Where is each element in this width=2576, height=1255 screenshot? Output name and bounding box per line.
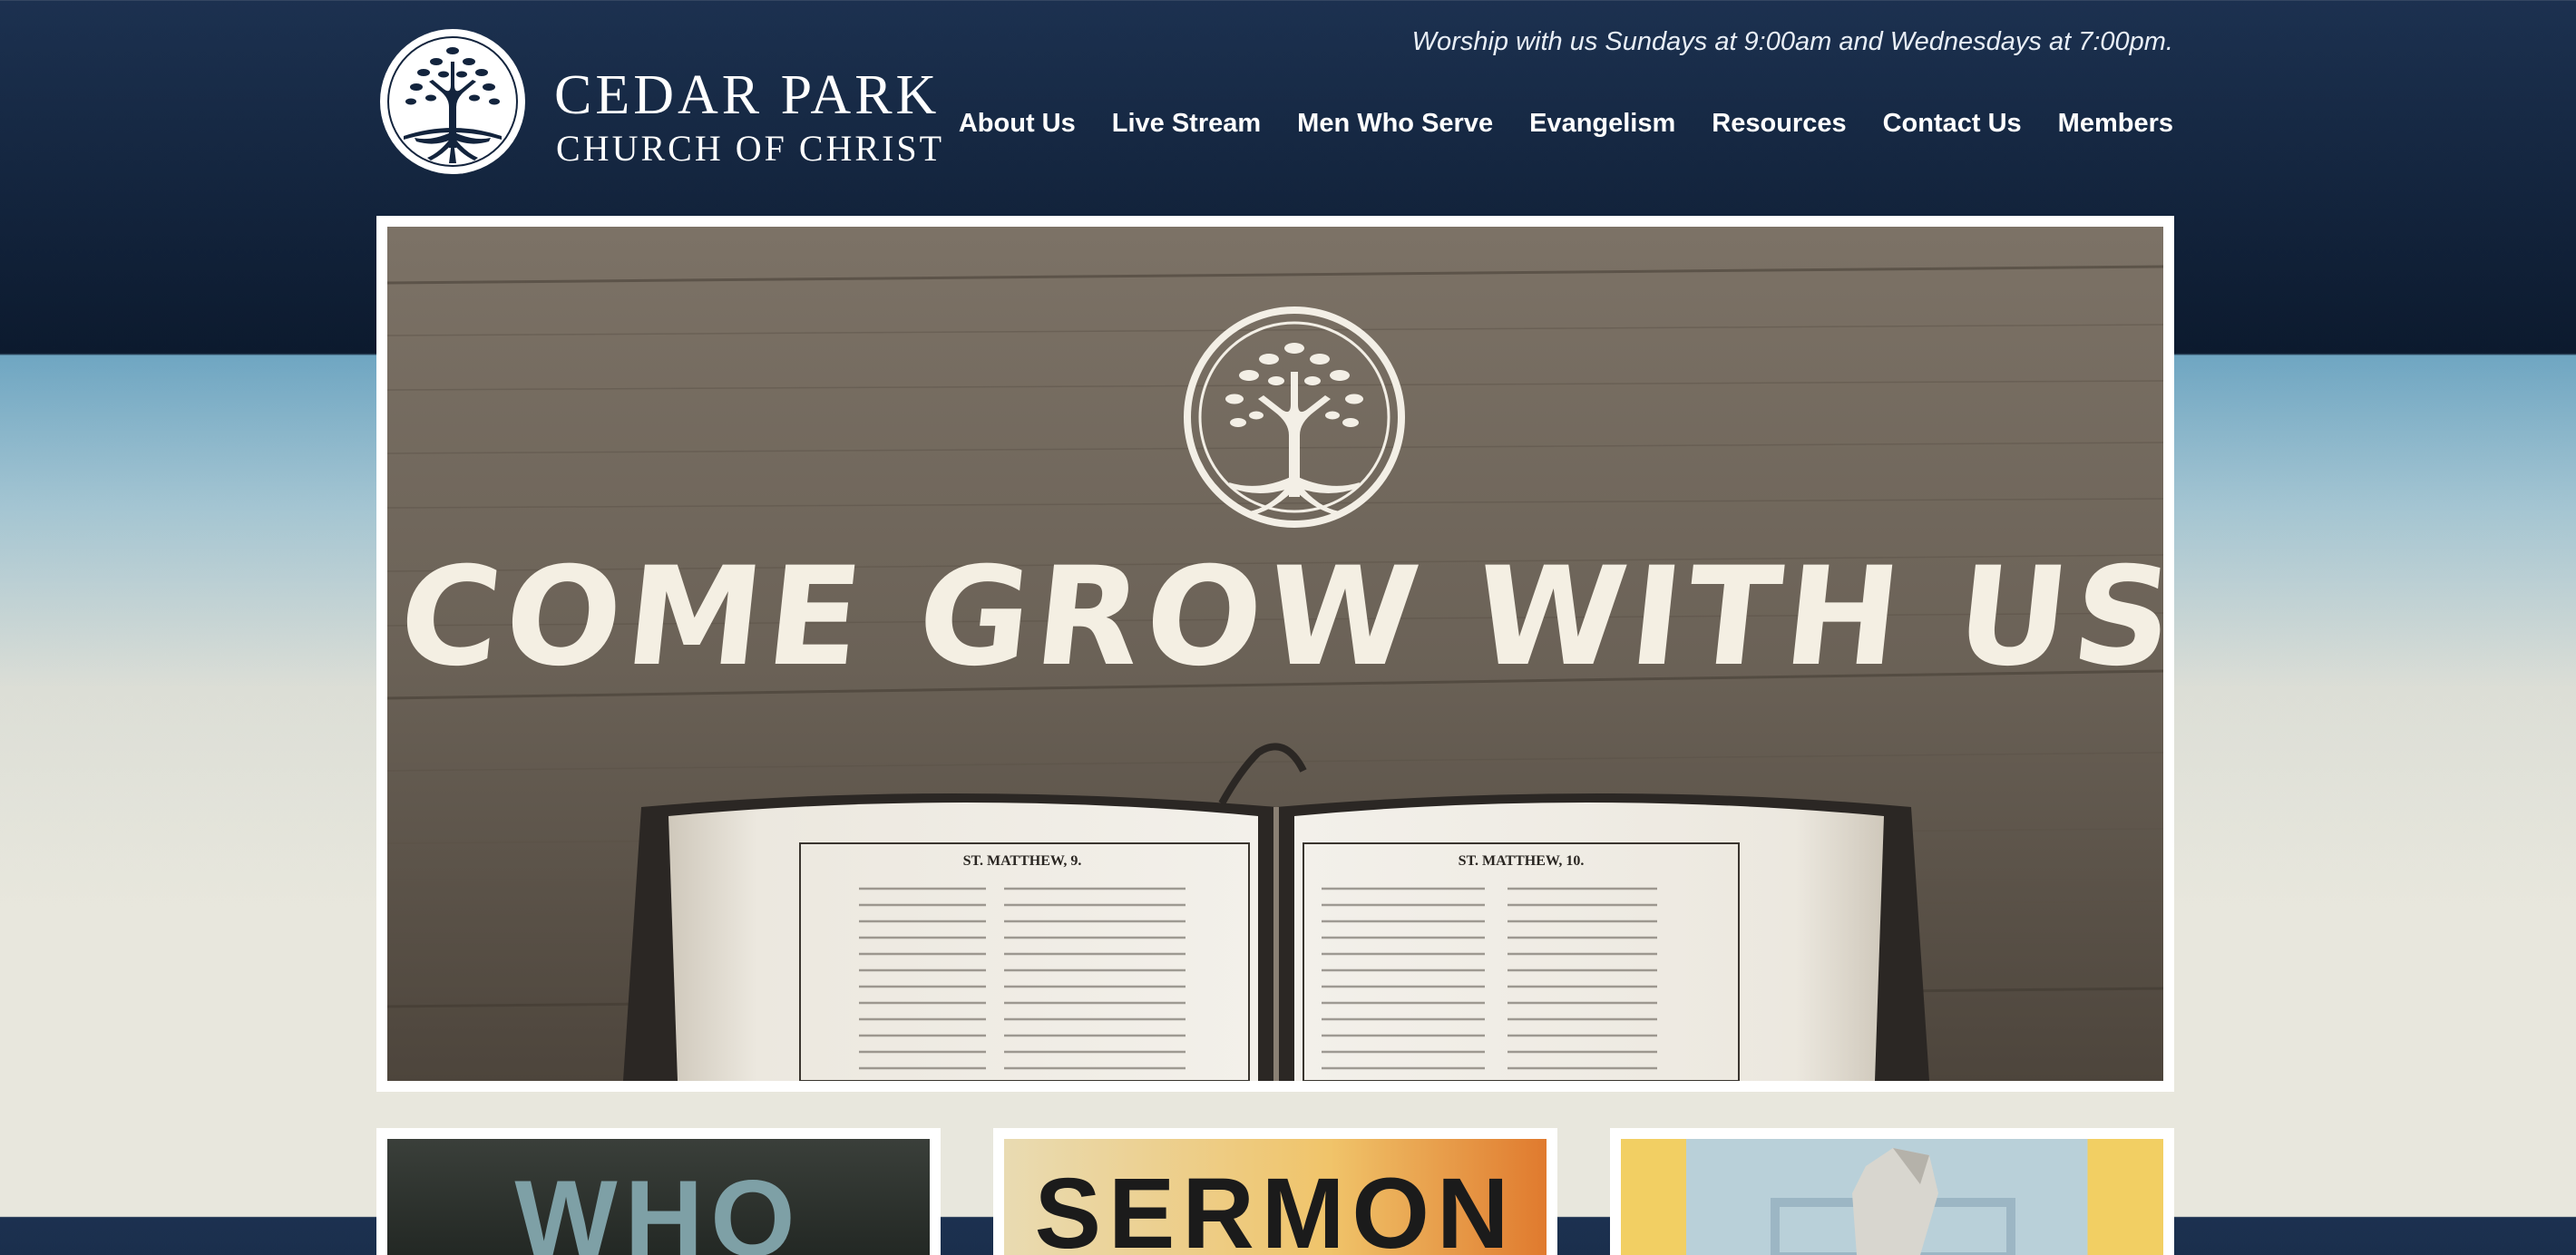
tree-logo-icon (380, 29, 525, 174)
hero-banner: COME GROW WITH US ST. MATTHEW, 9. ST. MA… (376, 216, 2174, 1092)
hero-headline: COME GROW WITH US (392, 538, 2163, 696)
card-third[interactable] (1610, 1128, 2174, 1255)
nav-item-resources[interactable]: Resources (1712, 109, 1846, 139)
hero-image: COME GROW WITH US ST. MATTHEW, 9. ST. MA… (387, 227, 2163, 1081)
bible-right-running-head: ST. MATTHEW, 10. (1459, 853, 1585, 869)
card-sermon[interactable]: SERMON (993, 1128, 1557, 1255)
logo-name: CEDAR PARK (554, 64, 941, 126)
card-who[interactable]: WHO (376, 1128, 941, 1255)
nav-item-evangelism[interactable]: Evangelism (1529, 109, 1675, 139)
nav-item-members[interactable]: Members (2058, 109, 2173, 139)
card-sermon-title: SERMON (1034, 1158, 1517, 1255)
bible-left-running-head: ST. MATTHEW, 9. (963, 853, 1082, 869)
card-sermon-image: SERMON (1004, 1139, 1547, 1255)
nav-item-contact-us[interactable]: Contact Us (1883, 109, 2022, 139)
nav-item-about-us[interactable]: About Us (959, 109, 1076, 139)
card-third-image (1621, 1139, 2163, 1255)
nav-item-live-stream[interactable]: Live Stream (1112, 109, 1261, 139)
card-who-image: WHO (387, 1139, 930, 1255)
nav-item-men-who-serve[interactable]: Men Who Serve (1297, 109, 1493, 139)
logo-subtitle: CHURCH OF CHRIST (556, 128, 945, 169)
worship-times-tagline: Worship with us Sundays at 9:00am and We… (1411, 27, 2173, 56)
card-who-title: WHO (514, 1158, 803, 1255)
site-logo[interactable]: CEDAR PARK CHURCH OF CHRIST (376, 25, 942, 180)
rock-image (1771, 1148, 2015, 1255)
main-nav: About Us Live Stream Men Who Serve Evang… (959, 109, 2173, 139)
